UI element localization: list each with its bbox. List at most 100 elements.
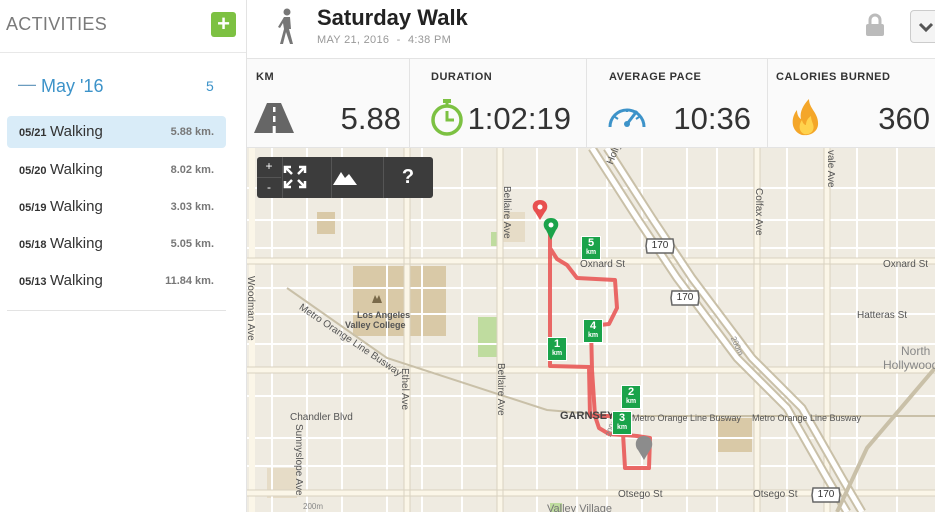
start-pin-icon[interactable] bbox=[543, 218, 559, 240]
km-marker-unit: km bbox=[585, 249, 597, 256]
km-marker-number: 2 bbox=[627, 386, 635, 398]
area-label: GARNSEY bbox=[560, 410, 615, 422]
activity-header: Saturday Walk MAY 21, 2016 - 4:38 PM bbox=[247, 0, 935, 59]
stat-calories: CALORIES BURNED 360 bbox=[767, 59, 935, 147]
km-marker-number: 1 bbox=[553, 338, 561, 350]
area-label: Valley Village bbox=[547, 503, 613, 512]
street-label: Sunnyslope Ave bbox=[293, 424, 304, 496]
mountain-icon bbox=[333, 172, 357, 185]
activity-type: Walking bbox=[50, 161, 103, 178]
street-label: vale Ave bbox=[825, 150, 836, 188]
stat-label: KM bbox=[256, 71, 275, 83]
highway-shield: 170 bbox=[811, 487, 841, 503]
street-label: Oxnard St bbox=[883, 259, 929, 270]
km-marker[interactable]: 3 km bbox=[612, 411, 632, 435]
activity-item[interactable]: 05/19 Walking 3.03 km. bbox=[7, 191, 226, 223]
km-marker[interactable]: 2 km bbox=[621, 385, 641, 409]
km-marker-number: 5 bbox=[587, 237, 595, 249]
activity-type: Walking bbox=[50, 235, 103, 252]
km-marker-number: 3 bbox=[618, 412, 626, 424]
shield-number: 170 bbox=[651, 240, 669, 251]
add-activity-button[interactable]: + bbox=[211, 12, 236, 37]
month-count: 5 bbox=[206, 78, 214, 94]
street-label: Colfax Ave bbox=[753, 188, 764, 236]
activity-distance: 8.02 km. bbox=[170, 164, 214, 176]
km-marker[interactable]: 5 km bbox=[581, 236, 601, 260]
fullscreen-button[interactable] bbox=[282, 157, 331, 198]
activity-date: 05/21 bbox=[19, 127, 47, 139]
distance-label: 200m bbox=[303, 502, 324, 511]
map-controls: + - ? bbox=[257, 157, 433, 198]
expand-icon bbox=[283, 165, 307, 189]
stat-value: 360 bbox=[878, 101, 930, 136]
km-marker-unit: km bbox=[551, 350, 563, 357]
lock-icon[interactable] bbox=[864, 13, 886, 37]
activity-distance: 5.05 km. bbox=[170, 238, 214, 250]
street-label: Woodman Ave bbox=[247, 276, 256, 341]
stat-label: CALORIES BURNED bbox=[776, 71, 891, 83]
activity-distance: 3.03 km. bbox=[170, 201, 214, 213]
street-label: Oxnard St bbox=[580, 259, 626, 270]
street-label: Ethel Ave bbox=[399, 368, 410, 411]
activity-distance: 11.84 km. bbox=[165, 275, 214, 287]
flame-icon bbox=[792, 99, 819, 136]
activity-type: Walking bbox=[50, 198, 103, 215]
stat-distance: KM 5.88 bbox=[247, 59, 410, 147]
stat-value: 5.88 bbox=[340, 101, 401, 136]
highway-shield: 170 bbox=[670, 290, 700, 306]
km-marker[interactable]: 4 km bbox=[583, 319, 603, 343]
terrain-button[interactable] bbox=[331, 157, 380, 198]
activity-item[interactable]: 05/13 Walking 11.84 km. bbox=[7, 265, 226, 297]
stat-value: 1:02:19 bbox=[467, 101, 571, 136]
activity-date: 05/20 bbox=[19, 165, 47, 177]
activity-date: 05/18 bbox=[19, 239, 47, 251]
zoom-in-button[interactable]: + bbox=[257, 157, 281, 178]
street-label: Otsego St bbox=[618, 489, 663, 500]
km-marker-unit: km bbox=[625, 398, 637, 405]
km-marker-number: 4 bbox=[589, 320, 597, 332]
options-dropdown-button[interactable] bbox=[910, 10, 935, 43]
stat-pace: AVERAGE PACE 10:36 bbox=[600, 59, 768, 147]
shield-number: 170 bbox=[676, 292, 694, 303]
km-marker[interactable]: 1 km bbox=[547, 337, 567, 361]
route-map[interactable]: Hollywood Fwy Oxnard St Oxnard St Hatter… bbox=[247, 148, 935, 512]
activity-time: 4:38 PM bbox=[407, 34, 452, 46]
stats-bar: KM 5.88 DURATION 1:02:19 AVERAGE PACE 10… bbox=[247, 59, 935, 148]
activity-date: 05/19 bbox=[19, 202, 47, 214]
activity-type: Walking bbox=[50, 272, 103, 289]
month-group-toggle[interactable]: — May '16 5 bbox=[0, 74, 246, 100]
stat-label: AVERAGE PACE bbox=[609, 71, 702, 83]
street-label: Metro Orange Line Busway bbox=[752, 413, 862, 423]
sidebar-divider bbox=[7, 310, 226, 311]
place-label: Los Angeles bbox=[357, 310, 411, 320]
activity-title: Saturday Walk bbox=[317, 5, 468, 30]
activity-type: Walking bbox=[50, 123, 103, 140]
zoom-out-button[interactable]: - bbox=[257, 178, 281, 198]
street-label: Bellaire Ave bbox=[495, 363, 506, 416]
activity-date: MAY 21, 2016 bbox=[317, 34, 390, 46]
month-label: May '16 bbox=[41, 76, 104, 96]
activity-item[interactable]: 05/18 Walking 5.05 km. bbox=[7, 228, 226, 260]
road-icon bbox=[254, 103, 294, 133]
street-label: Otsego St bbox=[753, 489, 798, 500]
area-label: Hollywood bbox=[883, 358, 935, 372]
place-label: Valley College bbox=[345, 320, 406, 330]
end-pin-icon[interactable] bbox=[532, 200, 548, 220]
sidebar-header: ACTIVITIES + bbox=[0, 0, 246, 53]
building-area bbox=[317, 212, 335, 234]
stat-label: DURATION bbox=[431, 71, 493, 83]
activity-distance: 5.88 km. bbox=[170, 126, 214, 138]
km-marker-unit: km bbox=[587, 332, 599, 339]
stat-duration: DURATION 1:02:19 bbox=[422, 59, 587, 147]
help-button[interactable]: ? bbox=[383, 157, 432, 198]
street-label: Chandler Blvd bbox=[290, 412, 353, 423]
km-marker-unit: km bbox=[616, 424, 628, 431]
area-label: North bbox=[901, 344, 931, 358]
collapse-icon: — bbox=[18, 74, 36, 94]
activity-item[interactable]: 05/20 Walking 8.02 km. bbox=[7, 154, 226, 186]
highway-shield: 170 bbox=[645, 238, 675, 254]
walking-person-icon bbox=[278, 8, 293, 44]
shield-number: 170 bbox=[817, 489, 835, 500]
activity-item[interactable]: 05/21 Walking 5.88 km. bbox=[7, 116, 226, 148]
activity-datetime: MAY 21, 2016 - 4:38 PM bbox=[317, 34, 451, 46]
